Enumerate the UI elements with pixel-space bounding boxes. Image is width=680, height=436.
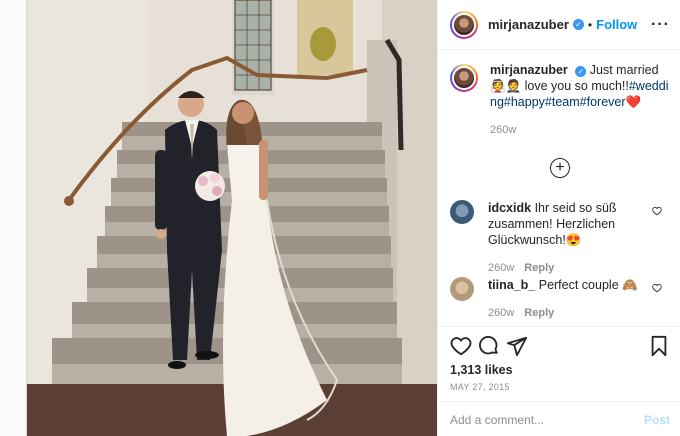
- add-comment-input[interactable]: [450, 412, 620, 427]
- caption-time: 260w: [490, 124, 517, 136]
- verified-badge-icon: ✓: [572, 19, 584, 30]
- verified-badge-icon: ✓: [575, 66, 587, 77]
- likes-count[interactable]: 1,313 likes: [450, 363, 513, 377]
- caption-text: Just married: [589, 63, 659, 77]
- comment-username[interactable]: idcxidk: [488, 201, 531, 215]
- comment-body: tiina_b_ Perfect couple 🙈 260w Reply: [488, 277, 648, 321]
- post-actions: 1,313 likes MAY 27, 2015 Post: [438, 326, 680, 436]
- comment-meta: 260w Reply: [488, 305, 648, 321]
- author-avatar[interactable]: [450, 10, 478, 39]
- header-separator: •: [587, 17, 593, 32]
- wedding-photo-illustration: [27, 0, 437, 436]
- caption-username[interactable]: mirjanazuber: [490, 63, 568, 77]
- reply-button[interactable]: Reply: [524, 262, 554, 274]
- comment-item: idcxidk Ihr seid so süß zusammen! Herzli…: [450, 200, 672, 276]
- caption-line-2: love you so much!!: [524, 79, 629, 93]
- post-date: MAY 27, 2015: [450, 382, 510, 392]
- comment-meta: 260w Reply: [488, 260, 648, 276]
- more-options-icon[interactable]: ···: [651, 16, 670, 34]
- comment-icon[interactable]: [478, 335, 500, 357]
- post-photo[interactable]: [27, 0, 437, 436]
- commenter-avatar[interactable]: [450, 277, 474, 301]
- bookmark-icon[interactable]: [648, 335, 670, 357]
- reply-button[interactable]: Reply: [524, 307, 554, 319]
- comment-item: tiina_b_ Perfect couple 🙈 260w Reply: [450, 277, 672, 321]
- comment-time: 260w: [488, 307, 515, 319]
- heart-icon[interactable]: [450, 335, 472, 357]
- author-username[interactable]: mirjanazuber: [488, 17, 569, 32]
- comment-emoji: 🙈: [622, 278, 638, 292]
- comment-like-heart-icon[interactable]: [652, 283, 662, 293]
- add-comment-row: Post: [438, 401, 680, 436]
- comment-username[interactable]: tiina_b_: [488, 278, 535, 292]
- caption-author-avatar[interactable]: [450, 64, 478, 92]
- groom-emoji: 🤵: [505, 79, 522, 93]
- comment-time: 260w: [488, 262, 515, 274]
- bride-emoji: 👰: [490, 79, 506, 93]
- comment-like-heart-icon[interactable]: [652, 206, 662, 216]
- post-frame: mirjanazuber ✓ • Follow ··· mirjanazuber…: [26, 0, 680, 436]
- heart-emoji: ❤️: [625, 95, 642, 109]
- load-more-comments-icon[interactable]: +: [550, 158, 570, 178]
- comment-emoji: 😍: [565, 233, 582, 247]
- follow-button[interactable]: Follow: [596, 17, 637, 32]
- post-side-panel: mirjanazuber ✓ • Follow ··· mirjanazuber…: [437, 0, 680, 436]
- comment-body: idcxidk Ihr seid so süß zusammen! Herzli…: [488, 200, 648, 276]
- commenter-avatar[interactable]: [450, 200, 474, 224]
- post-comment-button[interactable]: Post: [644, 413, 670, 427]
- share-icon[interactable]: [506, 335, 528, 357]
- post-caption: mirjanazuber ✓ Just married 👰🤵 love you s…: [450, 62, 672, 138]
- action-icons: [448, 335, 672, 359]
- caption-body: mirjanazuber ✓ Just married 👰🤵 love you s…: [490, 62, 670, 138]
- comment-text: Perfect couple: [538, 278, 619, 292]
- post-header: mirjanazuber ✓ • Follow ···: [438, 0, 680, 50]
